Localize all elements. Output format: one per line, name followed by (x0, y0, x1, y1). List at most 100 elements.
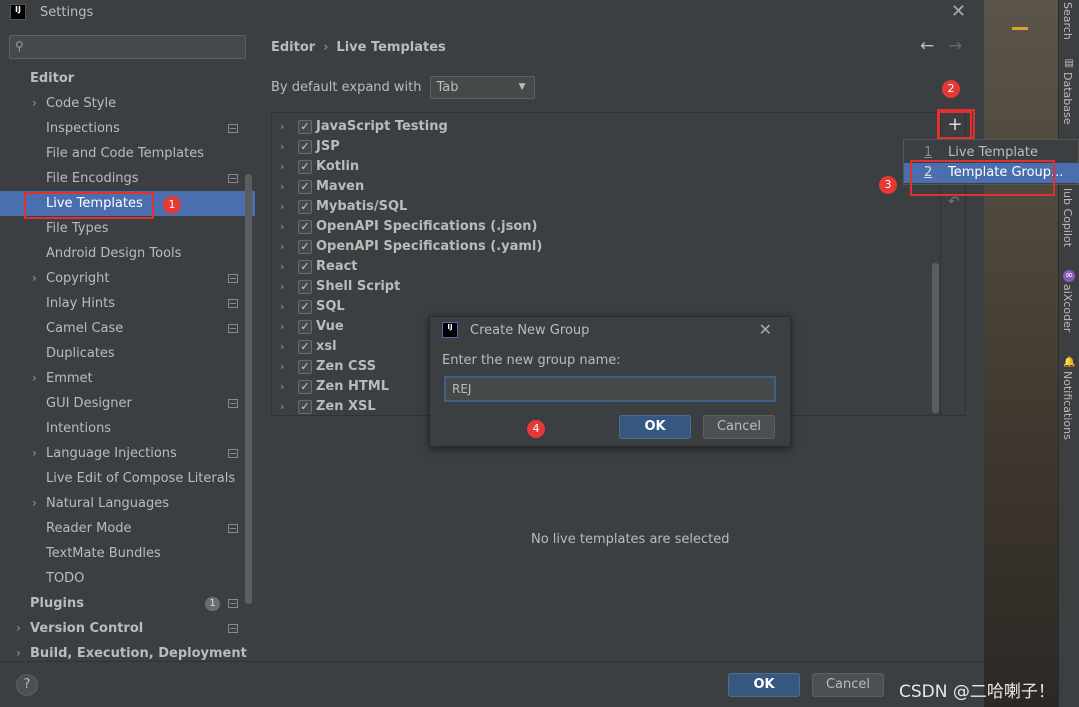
group-checkbox[interactable]: ✓ (298, 200, 312, 214)
sidebar-item[interactable]: Inlay Hints (0, 291, 255, 316)
notifications-tool-tab[interactable]: Notifications (1061, 371, 1074, 440)
group-checkbox[interactable]: ✓ (298, 240, 312, 254)
group-checkbox[interactable]: ✓ (298, 180, 312, 194)
aixcoder-tool-tab[interactable]: aiXcoder (1061, 284, 1074, 332)
group-checkbox[interactable]: ✓ (298, 280, 312, 294)
sidebar-item[interactable]: File Encodings (0, 166, 255, 191)
chevron-right-icon[interactable]: › (32, 266, 37, 291)
chevron-right-icon[interactable]: › (280, 397, 284, 415)
chevron-right-icon[interactable]: › (16, 641, 21, 661)
chevron-right-icon[interactable]: › (280, 137, 284, 157)
template-group-row[interactable]: › ✓ Maven (272, 177, 932, 197)
breadcrumb-current: Live Templates (336, 40, 446, 55)
group-checkbox[interactable]: ✓ (298, 320, 312, 334)
dropdown-arrow-icon: ▼ (518, 82, 526, 92)
group-checkbox[interactable]: ✓ (298, 340, 312, 354)
group-checkbox[interactable]: ✓ (298, 300, 312, 314)
sidebar-item[interactable]: › Version Control (0, 616, 255, 641)
sidebar-item[interactable]: › Natural Languages (0, 491, 255, 516)
sidebar-scrollbar[interactable] (245, 174, 252, 604)
chevron-right-icon[interactable]: › (280, 157, 284, 177)
sidebar-item[interactable]: Android Design Tools (0, 241, 255, 266)
restore-icon[interactable]: ↶ (948, 194, 960, 210)
dialog-cancel-button[interactable]: Cancel (703, 415, 775, 439)
cancel-button[interactable]: Cancel (812, 673, 884, 697)
sidebar-item[interactable]: › Copyright (0, 266, 255, 291)
template-group-name: Zen XSL (316, 399, 376, 414)
template-group-row[interactable]: › ✓ JSP (272, 137, 932, 157)
group-checkbox[interactable]: ✓ (298, 380, 312, 394)
chevron-right-icon[interactable]: › (280, 297, 284, 317)
chevron-right-icon[interactable]: › (280, 357, 284, 377)
sidebar-item[interactable]: › Code Style (0, 91, 255, 116)
sidebar-item[interactable]: File and Code Templates (0, 141, 255, 166)
dialog-footer: ? OK Cancel (0, 661, 984, 707)
sidebar-item[interactable]: Camel Case (0, 316, 255, 341)
group-checkbox[interactable]: ✓ (298, 160, 312, 174)
sidebar-item[interactable]: TODO (0, 566, 255, 591)
sidebar-item-label: Language Injections (46, 446, 177, 461)
chevron-right-icon[interactable]: › (16, 616, 21, 641)
close-icon[interactable]: ✕ (759, 320, 772, 339)
expand-with-value: Tab (436, 80, 459, 95)
back-arrow-icon[interactable]: ← (920, 36, 934, 56)
title-bar: IJ Settings ✕ (0, 0, 984, 24)
template-group-row[interactable]: › ✓ Mybatis/SQL (272, 197, 932, 217)
chevron-right-icon[interactable]: › (280, 117, 284, 137)
group-checkbox[interactable]: ✓ (298, 260, 312, 274)
search-tool-tab[interactable]: Search (1061, 2, 1074, 40)
chevron-right-icon[interactable]: › (280, 277, 284, 297)
sidebar-item[interactable]: GUI Designer (0, 391, 255, 416)
template-group-row[interactable]: › ✓ React (272, 257, 932, 277)
copilot-tool-tab[interactable]: lub Copilot (1061, 188, 1074, 247)
template-group-row[interactable]: › ✓ Kotlin (272, 157, 932, 177)
template-group-name: Shell Script (316, 279, 401, 294)
sidebar-item[interactable]: › Build, Execution, Deployment (0, 641, 255, 661)
group-checkbox[interactable]: ✓ (298, 220, 312, 234)
sidebar-item[interactable]: Inspections (0, 116, 255, 141)
chevron-right-icon[interactable]: › (32, 91, 37, 116)
database-tool-tab[interactable]: Database (1061, 72, 1074, 125)
templates-scrollbar[interactable] (932, 263, 939, 413)
dialog-ok-button[interactable]: OK (619, 415, 691, 439)
sidebar-item[interactable]: Plugins 1 (0, 591, 255, 616)
chevron-right-icon[interactable]: › (32, 441, 37, 466)
sidebar-item[interactable]: Reader Mode (0, 516, 255, 541)
sidebar-item-label: Build, Execution, Deployment (30, 646, 247, 661)
chevron-right-icon[interactable]: › (32, 491, 37, 516)
sidebar-item[interactable]: Editor (0, 66, 255, 91)
chevron-right-icon[interactable]: › (280, 257, 284, 277)
template-group-row[interactable]: › ✓ OpenAPI Specifications (.json) (272, 217, 932, 237)
group-name-input[interactable]: REJ (444, 376, 776, 402)
sidebar-item[interactable]: › Emmet (0, 366, 255, 391)
template-group-row[interactable]: › ✓ Shell Script (272, 277, 932, 297)
sidebar-item[interactable]: TextMate Bundles (0, 541, 255, 566)
group-checkbox[interactable]: ✓ (298, 360, 312, 374)
template-group-row[interactable]: › ✓ OpenAPI Specifications (.yaml) (272, 237, 932, 257)
chevron-right-icon[interactable]: › (280, 337, 284, 357)
chevron-right-icon[interactable]: › (280, 377, 284, 397)
sidebar-item[interactable]: Live Edit of Compose Literals (0, 466, 255, 491)
chevron-right-icon[interactable]: › (32, 366, 37, 391)
close-window-icon[interactable]: ✕ (951, 1, 966, 22)
group-checkbox[interactable]: ✓ (298, 120, 312, 134)
chevron-right-icon[interactable]: › (280, 237, 284, 257)
forward-arrow-icon[interactable]: → (948, 36, 962, 56)
template-group-row[interactable]: › ✓ SQL (272, 297, 932, 317)
ok-button[interactable]: OK (728, 673, 800, 697)
template-group-row[interactable]: › ✓ JavaScript Testing (272, 117, 932, 137)
chevron-right-icon[interactable]: › (280, 177, 284, 197)
help-button[interactable]: ? (16, 674, 38, 696)
chevron-right-icon[interactable]: › (280, 197, 284, 217)
sidebar-item[interactable]: File Types (0, 216, 255, 241)
expand-with-select[interactable]: Tab ▼ (429, 76, 535, 99)
sidebar-item[interactable]: Intentions (0, 416, 255, 441)
sidebar-item-label: Intentions (46, 421, 112, 436)
group-checkbox[interactable]: ✓ (298, 140, 312, 154)
chevron-right-icon[interactable]: › (280, 317, 284, 337)
group-checkbox[interactable]: ✓ (298, 400, 312, 414)
sidebar-item[interactable]: Duplicates (0, 341, 255, 366)
settings-search-input[interactable]: ⚲ (9, 35, 246, 59)
chevron-right-icon[interactable]: › (280, 217, 284, 237)
sidebar-item[interactable]: › Language Injections (0, 441, 255, 466)
